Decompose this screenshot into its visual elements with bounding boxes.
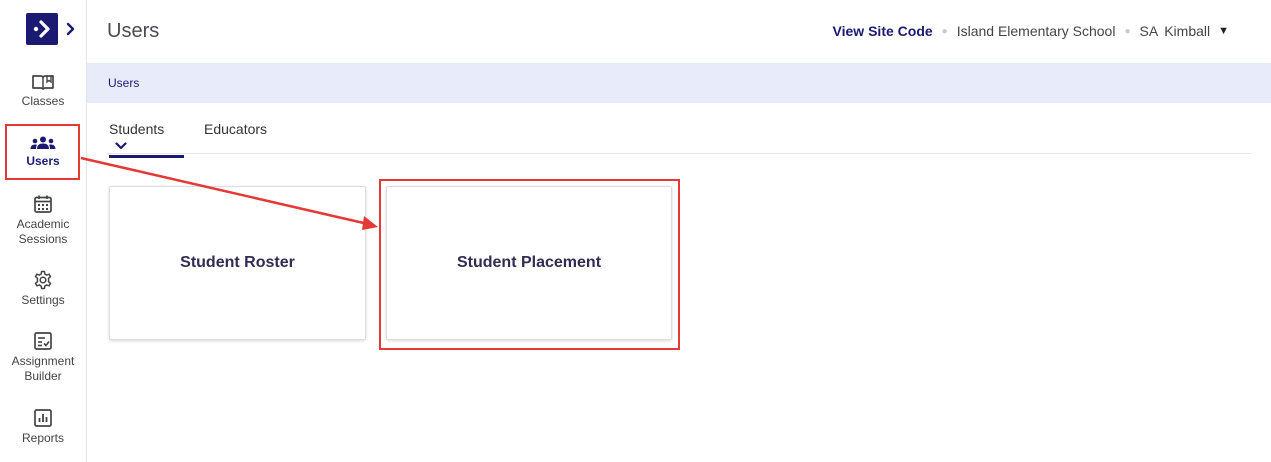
separator-dot: ● xyxy=(1124,25,1131,37)
tab-bar: Students Educators xyxy=(107,118,1251,158)
gear-icon xyxy=(34,270,52,290)
breadcrumb: Users xyxy=(87,63,1271,103)
tab-students[interactable]: Students xyxy=(109,121,184,158)
checklist-icon xyxy=(34,332,52,350)
user-name[interactable]: Kimball xyxy=(1164,23,1210,39)
card-label: Student Roster xyxy=(180,254,295,271)
sidebar-item-label: Assignment Builder xyxy=(11,354,75,383)
calendar-icon xyxy=(34,195,52,213)
book-open-icon xyxy=(32,75,54,90)
chevron-down-icon xyxy=(115,142,127,150)
sidebar-item-label: Academic Sessions xyxy=(16,217,70,246)
sidebar-item-label: Reports xyxy=(21,431,65,445)
sidebar-item-label: Classes xyxy=(21,94,65,108)
separator-dot: ● xyxy=(941,25,948,37)
breadcrumb-item-users[interactable]: Users xyxy=(108,76,139,90)
sidebar-item-settings[interactable]: Settings xyxy=(0,270,86,308)
users-highlight-box xyxy=(5,124,80,180)
placement-highlight-box xyxy=(379,179,680,350)
chevron-right-icon[interactable] xyxy=(66,22,76,36)
tab-label: Educators xyxy=(204,121,268,137)
sidebar-item-classes[interactable]: Classes xyxy=(0,73,86,109)
logo-icon xyxy=(33,20,50,38)
sidebar-item-reports[interactable]: Reports xyxy=(0,408,86,446)
logo-area xyxy=(26,13,86,45)
header-account-bar: View Site Code ● Island Elementary Schoo… xyxy=(833,23,1229,39)
tab-educators[interactable]: Educators xyxy=(204,121,267,153)
student-roster-card[interactable]: Student Roster xyxy=(109,186,366,340)
app-logo[interactable] xyxy=(26,13,58,45)
sidebar-item-label: Settings xyxy=(21,293,65,307)
view-site-code-link[interactable]: View Site Code xyxy=(833,23,933,39)
tab-label: Students xyxy=(109,121,165,137)
school-name[interactable]: Island Elementary School xyxy=(957,23,1116,39)
caret-down-icon[interactable]: ▼ xyxy=(1218,25,1229,37)
sidebar: Classes Users Academic Sessions Settings… xyxy=(0,0,87,462)
sidebar-item-assignment-builder[interactable]: Assignment Builder xyxy=(0,331,86,384)
sidebar-item-academic-sessions[interactable]: Academic Sessions xyxy=(0,194,86,247)
page-title: Users xyxy=(107,20,160,42)
bar-chart-icon xyxy=(34,409,52,427)
user-initials[interactable]: SA xyxy=(1140,23,1159,39)
